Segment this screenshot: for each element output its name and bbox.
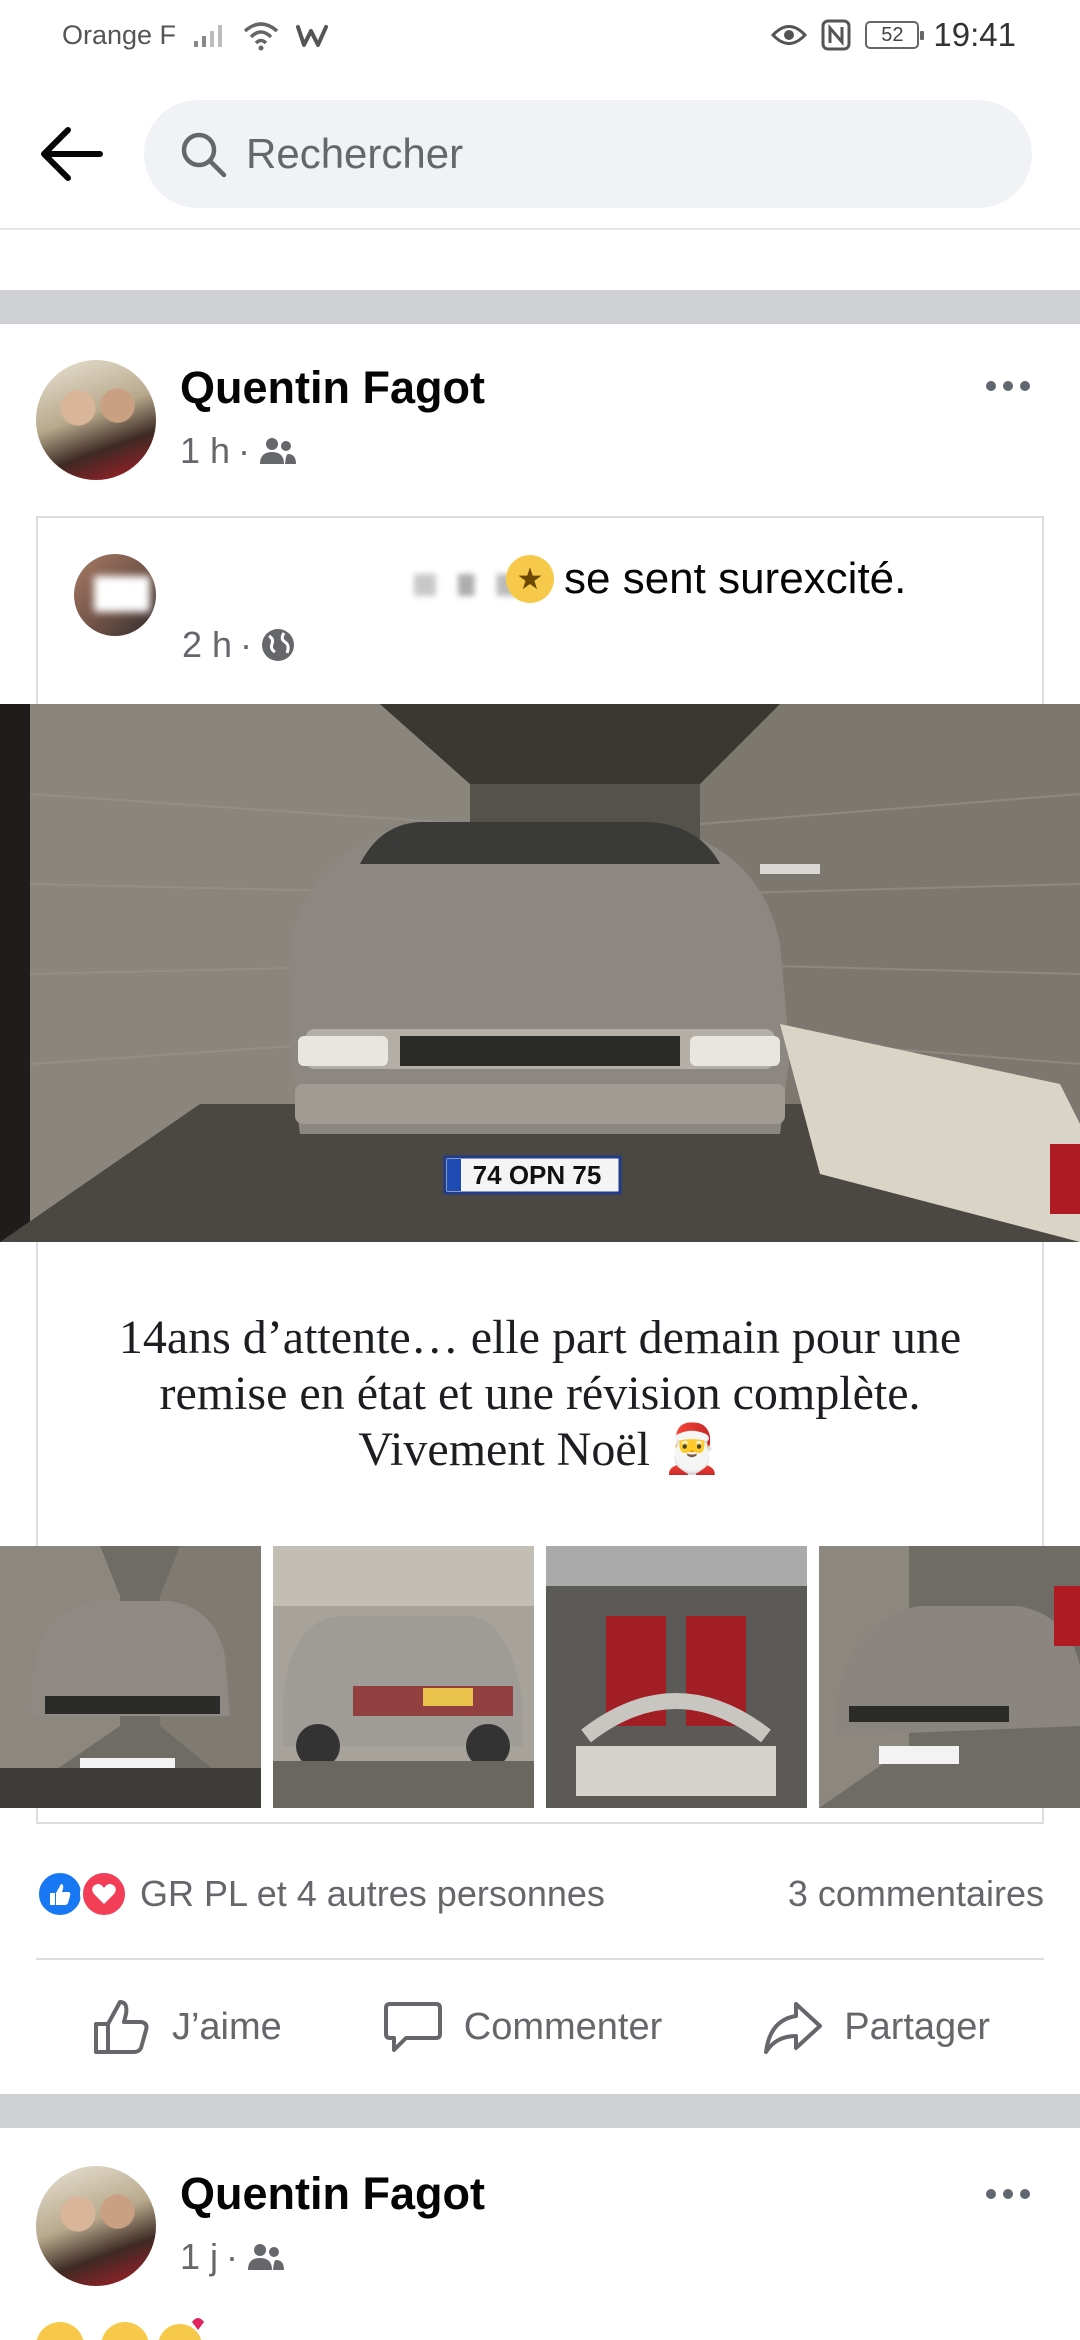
shared-meta: 2 h · — [182, 624, 296, 666]
thumbnail-photo[interactable] — [273, 1546, 534, 1808]
caption-line: Vivement Noël 🎅 — [358, 1423, 722, 1476]
more-dot-icon — [986, 381, 996, 391]
feeling-text: se sent surexcité. — [564, 554, 907, 603]
eye-icon — [771, 25, 808, 45]
caption-line: 14ans d’attente… elle part demain pour u… — [118, 1311, 962, 1364]
signal-icon — [194, 24, 223, 47]
more-dot-icon — [1020, 381, 1030, 391]
back-button[interactable] — [36, 118, 108, 190]
comment-icon — [383, 2002, 442, 2052]
more-dot-icon — [1020, 2189, 1030, 2199]
friends-icon — [248, 2244, 285, 2270]
like-label: J’aime — [171, 2005, 282, 2048]
carrier-name: Orange F — [62, 20, 177, 50]
love-reaction-icon — [80, 1870, 128, 1918]
license-plate: 74 OPN 75 — [473, 1160, 602, 1190]
feed-separator — [0, 2094, 1080, 2128]
clock: 19:41 — [933, 16, 1016, 53]
thumbnail-photo[interactable] — [819, 1546, 1080, 1808]
post-time[interactable]: 1 h — [180, 430, 230, 472]
star-struck-emoji-icon: ★ — [506, 555, 554, 603]
post-meta: 1 j · — [180, 2236, 286, 2278]
post-time[interactable]: 1 j — [180, 2236, 218, 2278]
meta-separator: · — [238, 430, 251, 471]
more-dot-icon — [1003, 2189, 1013, 2199]
shared-feeling: ★ se sent surexcité. — [506, 554, 906, 604]
more-dot-icon — [1003, 381, 1013, 391]
comment-button[interactable]: Commenter — [382, 1998, 663, 2056]
comment-label: Commenter — [463, 2005, 663, 2048]
post-caption: 14ans d’attente… elle part demain pour u… — [0, 1310, 1080, 1478]
like-button[interactable]: J’aime — [90, 1996, 282, 2058]
divider — [36, 1958, 1044, 1960]
avatar[interactable] — [36, 360, 156, 480]
battery-icon: 52 — [865, 21, 925, 49]
more-options-button[interactable] — [972, 366, 1044, 406]
post-header: Quentin Fagot 1 h · — [0, 356, 1080, 486]
shared-time[interactable]: 2 h — [182, 624, 232, 666]
post-author[interactable]: Quentin Fagot — [180, 362, 485, 414]
post-actions: J’aime Commenter Partager — [0, 1980, 1080, 2074]
feed-separator — [0, 290, 1080, 324]
reactions-summary[interactable]: GR PL et 4 autres personnes 3 commentair… — [36, 1862, 1044, 1926]
comments-count[interactable]: 3 commentaires — [788, 1873, 1044, 1915]
garage-car-photo: 74 OPN 75 — [0, 704, 1080, 1242]
shared-avatar[interactable] — [74, 554, 156, 636]
search-input[interactable] — [246, 130, 1006, 178]
more-options-button[interactable] — [972, 2174, 1044, 2214]
friends-icon — [260, 438, 297, 464]
meta-separator: · — [240, 624, 253, 665]
more-dot-icon — [986, 2189, 996, 2199]
post-meta: 1 h · — [180, 430, 298, 472]
main-photo[interactable]: 74 OPN 75 — [0, 704, 1080, 1242]
share-arrow-icon — [764, 2002, 823, 2054]
thumbnail-photo[interactable] — [546, 1546, 807, 1808]
reactions-text[interactable]: GR PL et 4 autres personnes — [140, 1873, 605, 1915]
status-bar: Orange F 52 19:41 — [0, 0, 1080, 78]
globe-icon — [262, 629, 295, 661]
next-post-header: Quentin Fagot 1 j · — [0, 2164, 1080, 2294]
post-author[interactable]: Quentin Fagot — [180, 2168, 485, 2220]
partial-emoji-row — [0, 2318, 1080, 2340]
avatar[interactable] — [36, 2166, 156, 2286]
nfc-icon — [821, 19, 851, 51]
like-reaction-icon — [36, 1870, 84, 1918]
share-button[interactable]: Partager — [762, 1998, 990, 2056]
search-header — [0, 78, 1080, 230]
photo-thumbnails — [0, 1546, 1080, 1808]
back-arrow-icon — [41, 127, 103, 181]
share-label: Partager — [844, 2005, 990, 2048]
thumbnail-photo[interactable] — [0, 1546, 261, 1808]
caption-line: remise en état et une révision complète. — [159, 1367, 921, 1420]
search-field[interactable] — [144, 100, 1032, 208]
w-app-icon — [296, 24, 329, 47]
wifi-icon — [243, 21, 279, 50]
search-icon — [178, 129, 228, 179]
meta-separator: · — [226, 2236, 239, 2277]
thumbs-up-icon — [93, 2000, 149, 2054]
